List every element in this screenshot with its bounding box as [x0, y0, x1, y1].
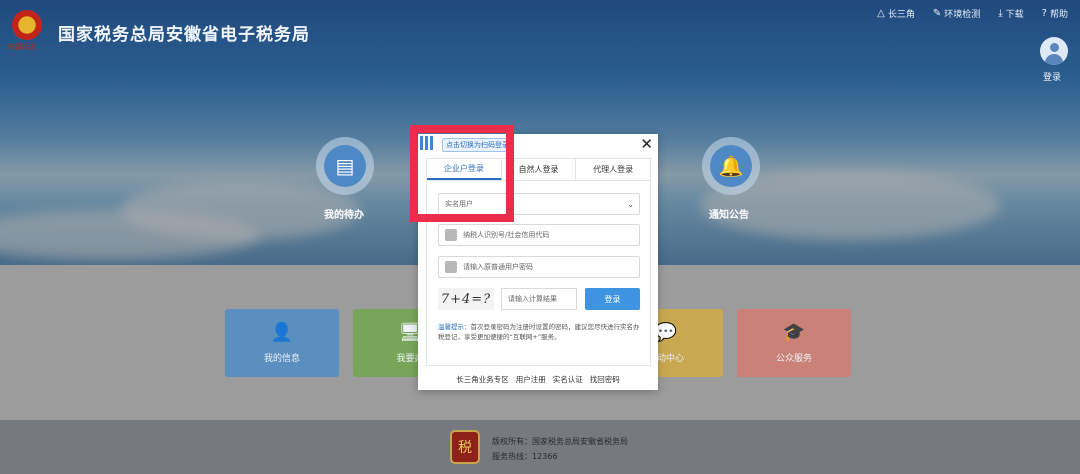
link-realname-auth[interactable]: 实名认证	[553, 374, 583, 385]
triangle-icon: △	[877, 8, 885, 19]
header-login-link[interactable]: 登录	[1043, 70, 1061, 83]
taxpayer-id-input[interactable]: 纳税人识别号/社会信用代码	[438, 224, 640, 246]
graduation-icon: 🎓	[782, 322, 806, 343]
todo-label: 我的待办	[324, 210, 364, 221]
chat-icon: 💬	[654, 322, 678, 343]
wrench-icon: ✎	[932, 8, 942, 19]
nav-label: 长三角	[887, 10, 915, 20]
link-changsanjiao-zone[interactable]: 长三角业务专区	[456, 374, 509, 385]
link-recover-password[interactable]: 找回密码	[590, 374, 620, 385]
tab-agent[interactable]: 代理人登录	[576, 159, 650, 180]
nav-label: 帮助	[1049, 10, 1068, 20]
todo-button[interactable]: ▤	[316, 137, 374, 195]
link-register[interactable]: 用户注册	[516, 374, 546, 385]
document-icon: ▤	[324, 145, 366, 187]
nav-label: 环境检测	[944, 10, 981, 20]
input-placeholder: 纳税人识别号/社会信用代码	[463, 231, 550, 239]
notice-label: 通知公告	[709, 210, 749, 221]
copyright-text: 版权所有：国家税务总局安徽省税务局	[492, 437, 628, 446]
chevron-down-icon: ⌄	[627, 199, 634, 209]
person-icon: 👤	[270, 322, 294, 343]
captcha-answer-input[interactable]: 请输入计算结果	[501, 288, 577, 310]
modal-bottom-links: 长三角业务专区 用户注册 实名认证 找回密码	[418, 374, 658, 385]
tax-emblem-logo	[12, 10, 42, 40]
badge-glyph: 税	[458, 440, 472, 456]
captcha-image[interactable]: 7+4=?	[438, 288, 494, 310]
tile-label: 公众服务	[775, 354, 812, 364]
highlight-box	[410, 125, 514, 222]
site-title: 国家税务总局安徽省电子税务局	[58, 25, 310, 45]
top-nav: △ 长三角 ✎ 环境检测 ⤓ 下载 ? 帮助	[877, 7, 1068, 20]
tax-badge-logo: 税	[450, 430, 480, 464]
hotline-text: 服务热线：12366	[492, 452, 558, 461]
notice-button[interactable]: 🔔	[702, 137, 760, 195]
nav-item-changsanjiao[interactable]: △ 长三角	[877, 7, 915, 20]
tile-public-service[interactable]: 🎓 公众服务	[737, 309, 851, 377]
tile-label: 我的信息	[263, 354, 300, 364]
password-input[interactable]: 请输入原普通用户密码	[438, 256, 640, 278]
help-icon: ?	[1041, 8, 1047, 19]
close-icon[interactable]: ✕	[640, 135, 653, 153]
tip-label: 温馨提示：	[438, 323, 471, 331]
logo-subtitle: 税徽标志	[8, 43, 36, 51]
tile-my-info[interactable]: 👤 我的信息	[225, 309, 339, 377]
footer-text: 版权所有：国家税务总局安徽省税务局 服务热线：12366	[492, 434, 628, 464]
user-avatar-icon[interactable]	[1040, 37, 1068, 65]
input-placeholder: 请输入计算结果	[508, 295, 557, 303]
input-placeholder: 请输入原普通用户密码	[463, 263, 533, 271]
nav-item-help[interactable]: ? 帮助	[1042, 7, 1068, 20]
nav-label: 下载	[1005, 10, 1024, 20]
lock-icon	[445, 261, 457, 273]
login-tip: 温馨提示：首次登录密码为注册时设置的密码，建议您尽快进行实名办税登记，享受更加便…	[438, 322, 643, 342]
nav-item-download[interactable]: ⤓ 下载	[998, 7, 1023, 20]
nav-item-env-check[interactable]: ✎ 环境检测	[933, 7, 980, 20]
bell-icon: 🔔	[710, 145, 752, 187]
user-icon	[445, 229, 457, 241]
login-button[interactable]: 登录	[585, 288, 640, 310]
download-icon: ⤓	[998, 8, 1003, 19]
